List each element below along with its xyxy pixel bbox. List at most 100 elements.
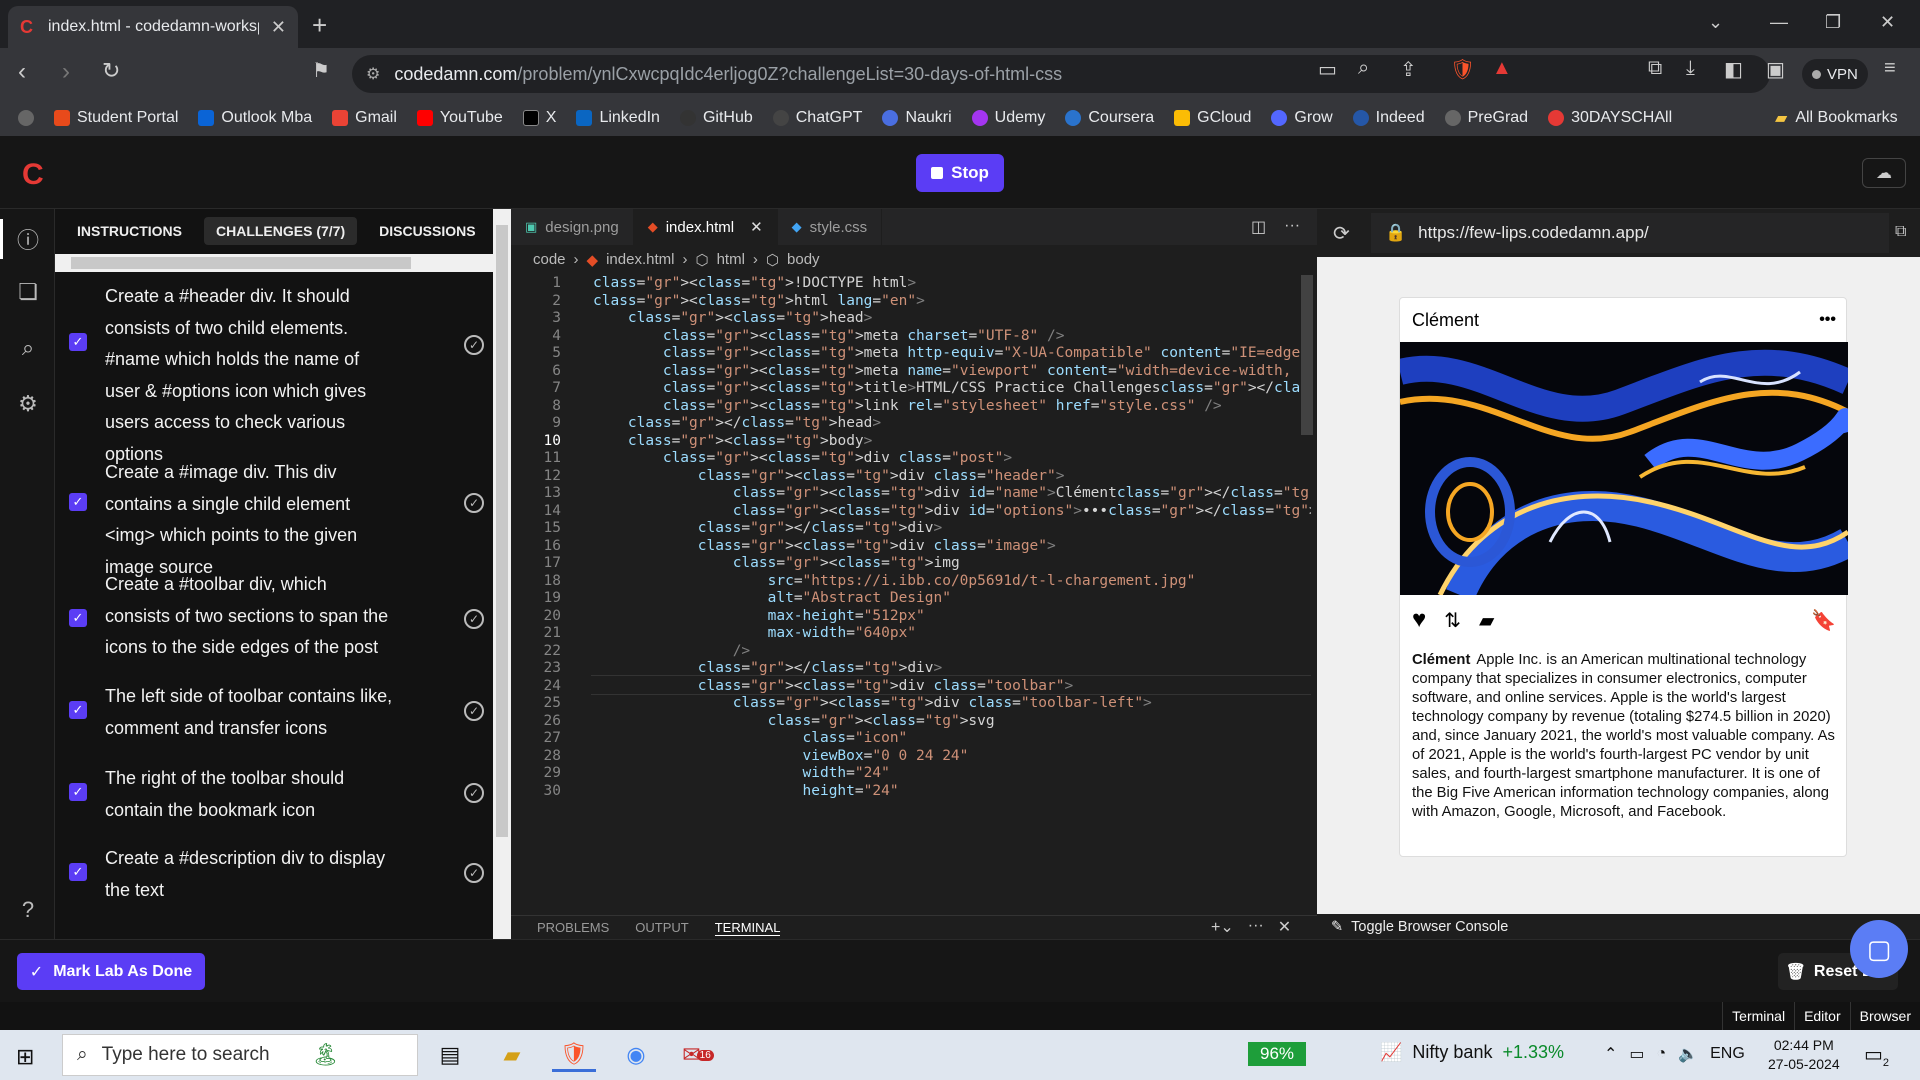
breadcrumb-item[interactable]: body <box>787 251 820 269</box>
tab-terminal[interactable]: TERMINAL <box>714 920 781 936</box>
bookmark-apps-icon[interactable] <box>18 110 34 126</box>
settings-icon[interactable]: ⚙ <box>14 391 42 419</box>
bookmark-item[interactable]: Outlook Mba <box>198 109 312 127</box>
bookmark-item[interactable]: YouTube <box>416 109 503 127</box>
file-explorer-icon[interactable]: ▰ <box>490 1038 534 1072</box>
open-external-icon[interactable]: ⧉ <box>1895 223 1906 241</box>
close-window-icon[interactable]: ✕ <box>1880 12 1895 33</box>
menu-icon[interactable]: ≡ <box>1884 57 1896 80</box>
breadcrumb-item[interactable]: code <box>533 251 566 269</box>
reload-icon[interactable]: ↻ <box>102 58 120 84</box>
battery-icon[interactable]: ▭ <box>1629 1044 1644 1064</box>
chrome-icon[interactable]: ◉ <box>614 1038 658 1072</box>
extensions-icon[interactable]: ⧉ <box>1648 57 1662 80</box>
mark-lab-done-button[interactable]: ✓ Mark Lab As Done <box>17 953 205 990</box>
editor-tab-index[interactable]: ◆ index.html ✕ <box>633 209 778 245</box>
task-checkbox[interactable]: ✓ <box>69 493 87 511</box>
address-bar[interactable]: ⚙ codedamn.com/problem/ynlCxwcpqIdc4erlj… <box>352 55 1770 93</box>
mail-app-icon[interactable]: ✉ 16 <box>676 1038 720 1072</box>
more-actions-icon[interactable]: ··· <box>1284 217 1300 237</box>
battery-widget[interactable]: 96% <box>1248 1042 1306 1066</box>
all-bookmarks-button[interactable]: ▰ All Bookmarks <box>1775 108 1898 128</box>
scroll-thumb[interactable] <box>496 225 508 837</box>
search-icon[interactable]: ⌕ <box>14 335 42 363</box>
downloads-icon[interactable]: ⤓ <box>1686 57 1695 80</box>
bookmark-item[interactable]: Student Portal <box>54 109 178 127</box>
zoom-icon[interactable]: ⌕ <box>1358 57 1369 80</box>
close-tab-icon[interactable]: ✕ <box>750 218 763 236</box>
bookmark-page-icon[interactable]: ⚑ <box>312 58 330 83</box>
bookmark-item[interactable]: Coursera <box>1065 109 1154 127</box>
bookmark-item[interactable]: Udemy <box>971 109 1045 127</box>
heart-icon[interactable]: ♥ <box>1412 606 1426 634</box>
close-panel-icon[interactable]: ✕ <box>1278 917 1291 937</box>
new-terminal-icon[interactable]: +⌄ <box>1211 917 1234 937</box>
toggle-browser-console[interactable]: ✎ Toggle Browser Console <box>1317 914 1920 939</box>
breadcrumb-item[interactable]: index.html <box>606 251 674 269</box>
code-area[interactable]: 1 class="gr"><class="tg">!DOCTYPE html> 2 c… <box>511 275 1311 887</box>
scroll-thumb[interactable] <box>71 257 411 269</box>
clock[interactable]: 02:44 PM 27-05-2024 <box>1768 1036 1840 1074</box>
more-actions-icon[interactable]: ··· <box>1248 917 1264 937</box>
tab-instructions[interactable]: INSTRUCTIONS <box>65 217 194 245</box>
close-tab-icon[interactable]: ✕ <box>271 17 286 38</box>
files-icon[interactable]: ❏ <box>14 279 42 307</box>
network-icon[interactable]: ◔ <box>1657 1045 1667 1063</box>
scroll-thumb[interactable] <box>1301 275 1313 435</box>
task-checkbox[interactable]: ✓ <box>69 333 87 351</box>
vpn-button[interactable]: VPN <box>1802 59 1868 89</box>
help-icon[interactable]: ? <box>14 897 42 925</box>
task-view-icon[interactable]: ▤ <box>428 1038 472 1072</box>
bookmark-item[interactable]: Naukri <box>882 109 952 127</box>
wallet-icon[interactable]: ▣ <box>1766 57 1785 82</box>
view-tab-editor[interactable]: Editor <box>1794 1002 1850 1030</box>
horizontal-scrollbar[interactable] <box>55 254 493 272</box>
tab-problems[interactable]: PROBLEMS <box>537 920 609 935</box>
language-indicator[interactable]: ENG <box>1710 1045 1745 1063</box>
browser-tab[interactable]: C index.html - codedamn-workspa ✕ <box>8 6 298 48</box>
view-tab-browser[interactable]: Browser <box>1849 1002 1920 1030</box>
bookmark-item[interactable]: X <box>522 109 556 127</box>
task-checkbox[interactable]: ✓ <box>69 783 87 801</box>
chevron-up-icon[interactable]: ⌃ <box>1604 1044 1617 1064</box>
tab-challenges[interactable]: CHALLENGES (7/7) <box>204 217 358 245</box>
brave-rewards-icon[interactable]: ▲ <box>1492 57 1512 80</box>
codedamn-logo[interactable]: C <box>22 158 44 192</box>
transfer-icon[interactable]: ⇅ <box>1444 608 1461 633</box>
preview-reload-icon[interactable]: ⟳ <box>1333 221 1350 246</box>
bookmark-item[interactable]: ChatGPT <box>772 109 862 127</box>
editor-scrollbar[interactable] <box>1301 275 1313 887</box>
bookmark-item[interactable]: Indeed <box>1352 109 1425 127</box>
editor-tab-style[interactable]: ◆ style.css <box>778 209 883 245</box>
windows-start-icon[interactable]: ⊞ <box>16 1044 34 1070</box>
bookmark-item[interactable]: GCloud <box>1174 109 1251 127</box>
brave-shield-icon[interactable]: 🛡 <box>1450 57 1475 82</box>
restore-icon[interactable]: ❐ <box>1825 12 1841 33</box>
tab-search-icon[interactable]: ⌄ <box>1708 12 1723 33</box>
taskbar-search[interactable]: ⌕ Type here to search 🏝 <box>62 1034 418 1076</box>
task-checkbox[interactable]: ✓ <box>69 863 87 881</box>
sidebar-icon[interactable]: ◧ <box>1724 57 1743 82</box>
bookmark-item[interactable]: GitHub <box>679 109 753 127</box>
task-checkbox[interactable]: ✓ <box>69 701 87 719</box>
bookmark-item[interactable]: Gmail <box>332 109 397 127</box>
stop-button[interactable]: Stop <box>916 154 1004 192</box>
site-settings-icon[interactable]: ⚙ <box>366 64 380 84</box>
bookmark-item[interactable]: LinkedIn <box>576 109 660 127</box>
editor-tab-design[interactable]: ▣ design.png <box>511 209 634 245</box>
comment-icon[interactable]: ▰ <box>1479 608 1494 633</box>
view-tab-terminal[interactable]: Terminal <box>1722 1002 1794 1030</box>
new-tab-icon[interactable]: + <box>312 10 327 41</box>
split-editor-icon[interactable]: ◫ <box>1251 217 1266 237</box>
forward-icon[interactable]: › <box>62 58 70 86</box>
brave-browser-icon[interactable]: 🛡 <box>552 1038 596 1072</box>
stock-widget[interactable]: 📈 Nifty bank +1.33% <box>1380 1042 1564 1063</box>
options-icon[interactable]: ••• <box>1819 311 1836 329</box>
tab-discussions[interactable]: DISCUSSIONS <box>367 217 487 245</box>
back-icon[interactable]: ‹ <box>18 58 26 86</box>
vertical-scrollbar[interactable] <box>493 209 511 939</box>
chat-bubble-button[interactable]: ▢ <box>1850 920 1908 978</box>
bookmark-item[interactable]: Grow <box>1271 109 1333 127</box>
bookmark-item[interactable]: 30DAYSCHAll <box>1548 109 1672 127</box>
share-icon[interactable]: ⇪ <box>1400 57 1417 82</box>
